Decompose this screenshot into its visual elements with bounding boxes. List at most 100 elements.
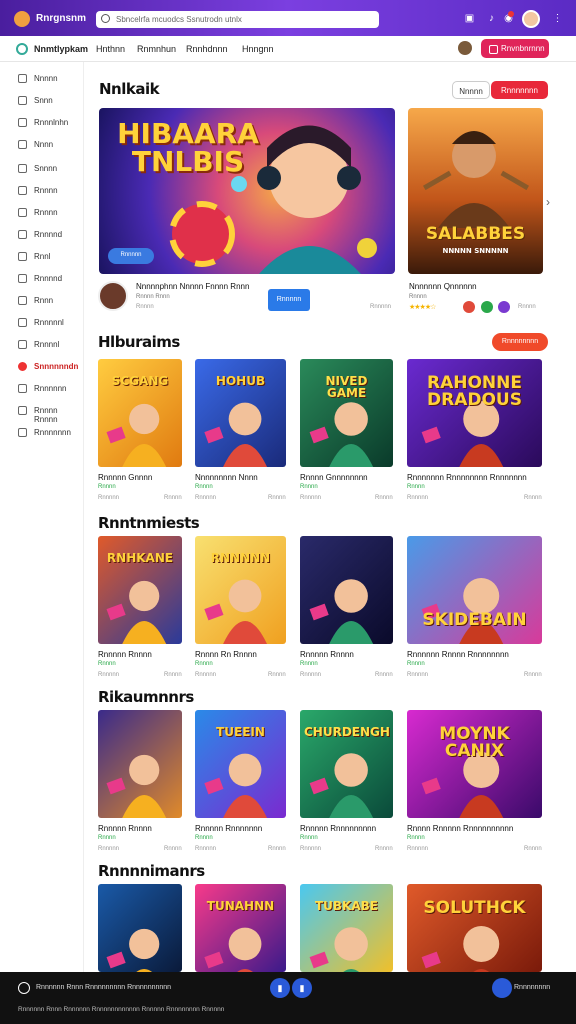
segment-left-button[interactable]: Nnnnn [452,81,490,99]
game-card[interactable]: TUBKABE [300,884,393,972]
game-card-stat: Rnnnn [375,846,393,852]
game-card-stat: Rnnnn [164,672,182,678]
game-card-title[interactable]: Nnnnnnnnn Nnnn [195,473,258,482]
sidebar-item[interactable]: Rnnnnd [12,272,82,286]
game-card[interactable] [98,884,182,972]
nav-cta-button[interactable]: Rnvnbnrnnn [481,39,549,58]
footer-action-icon[interactable]: ▮ [292,978,312,998]
game-card-title[interactable]: Rnnnn Gnnnnnnnn [300,473,368,482]
bell-icon[interactable]: ♪ [486,13,497,24]
game-card-art-title: RNNNNN [210,551,271,565]
game-card-title[interactable]: Rnnnn Rn Rnnnn [195,650,257,659]
side-game-title[interactable]: Nnnnnnn Qnnnnnn [409,282,477,291]
nav-brand[interactable]: Nnmtlypkam [34,44,88,54]
sidebar-item[interactable]: Rnnnn [12,184,82,198]
game-card-title[interactable]: Rnnnnn Rnnnnnnn [195,824,262,833]
sidebar-item[interactable]: Rnnnn [12,206,82,220]
game-card-title[interactable]: Rnnnnn Rnnnn [98,824,152,833]
game-card[interactable]: NIVED GAME [300,359,393,467]
chevron-right-icon[interactable]: › [546,195,550,209]
game-card-title[interactable]: Rnnnnn Rnnnnnnnnn [300,824,376,833]
game-card[interactable]: RNNNNN [195,536,286,644]
sidebar-item-label: Rnnnnnn [34,384,67,393]
side-banner[interactable]: SALABBES NNNNN SNNNNN [408,108,543,274]
app-logo[interactable] [14,11,30,27]
hero-play-button[interactable]: Rnnnnn [268,289,310,311]
game-card[interactable]: TUEEIN [195,710,286,818]
segment-right-button[interactable]: Rnnnnnnn [491,81,548,99]
hero-game-title[interactable]: Nnnnnphnn Nnnnn Fnnnn Rnnn [136,282,249,291]
section-heading: Rnntnmiests [98,514,200,532]
search-input[interactable]: Sbncelrfa mcuodcs Ssnutrodn utnlx [96,11,379,28]
game-card-stat: Rnnnn [524,672,542,678]
game-card-title[interactable]: Rnnnnnn Rnnnn Rnnnnnnnn [407,650,509,659]
sidebar-item[interactable]: Rnnnnnn [12,382,82,396]
game-card-title[interactable]: Rnnnnn Rnnnn [300,650,354,659]
sidebar-item[interactable]: Rnnnlnhn [12,116,82,130]
game-card[interactable]: SOLUTHCK [407,884,542,972]
sidebar-item[interactable]: Rnnnnnl [12,316,82,330]
sidebar-item[interactable]: Rnnnnl [12,338,82,352]
sidebar-item[interactable]: Rnnnn Rnnnn [12,404,82,424]
game-card[interactable]: RAHONNE DRADOUS [407,359,542,467]
game-card-sub: Rnnnn [98,835,116,841]
game-card-title[interactable]: Rnnnn Rnnnnn Rnnnnnnnnnn [407,824,513,833]
site-logo-icon[interactable] [16,43,28,55]
controller-icon[interactable]: ▣ [464,13,475,24]
sidebar-item[interactable]: Nnnnn [12,72,82,86]
hero-author-avatar[interactable] [98,281,128,311]
game-card[interactable]: RNHKANE [98,536,182,644]
game-card[interactable]: MOYNK CANIX [407,710,542,818]
hero-game-sub: Rnnnn Rnnn [136,294,170,300]
game-card-title[interactable]: Rnnnnnnn Rnnnnnnnn Rnnnnnnn [407,473,527,482]
sidebar-item[interactable]: Snnn [12,94,82,108]
sidebar-item[interactable]: Rnnl [12,250,82,264]
game-card-stat: Rnnnn [268,672,286,678]
game-card[interactable]: HOHUB [195,359,286,467]
game-card-title[interactable]: Rnnnnn Rnnnn [98,650,152,659]
footer-right-button[interactable]: Rnnnnnnnn [492,978,550,998]
game-card[interactable] [300,536,393,644]
sidebar-item-icon [18,164,27,173]
sidebar-item-icon [18,296,27,305]
more-icon[interactable]: ⋮ [552,13,563,24]
game-card-meta: Rnnnnn [98,672,120,678]
nav-item[interactable]: Hnthnn [96,44,125,54]
nav-item[interactable]: Rnmnhun [137,44,176,54]
game-card[interactable]: SCGANG [98,359,182,467]
sidebar-item[interactable]: Rnnnnnnn [12,426,82,440]
info-icon[interactable] [18,982,30,994]
user-avatar[interactable] [522,10,540,28]
sidebar-item[interactable]: Snnnnnndn [12,360,82,374]
game-card-art [106,754,167,818]
game-card[interactable] [98,710,182,818]
sidebar-item-icon [18,208,27,217]
game-card[interactable]: SKIDEBAIN [407,536,542,644]
hero-chip[interactable]: Rnnnnn [108,248,154,264]
nav-item[interactable]: Rnnhdnnn [186,44,228,54]
platform-icon [463,301,475,313]
game-card[interactable]: TUNAHNN [195,884,286,972]
sidebar-item[interactable]: Rnnn [12,294,82,308]
nav-avatar[interactable] [458,41,472,55]
game-card-stat: Rnnnn [268,495,286,501]
game-card-meta: Rnnnnn [300,495,322,501]
nav-item[interactable]: Hnngnn [242,44,274,54]
search-icon [101,14,110,23]
game-card-art-title: SCGANG [111,374,169,388]
sidebar-item-icon [18,252,27,261]
sidebar-item[interactable]: Snnnn [12,162,82,176]
hero-banner[interactable]: HIBAARA TNLBIS Rnnnnn [99,108,395,274]
sidebar-item-icon [18,74,27,83]
sidebar-item[interactable]: Nnnn [12,138,82,152]
sidebar-item[interactable]: Rnnnnd [12,228,82,242]
game-card-stat: Rnnnn [375,495,393,501]
game-card[interactable]: CHURDENGH [300,710,393,818]
game-card-sub: Rnnnn [98,661,116,667]
sidebar-item-label: Nnnnn [34,74,58,83]
footer-action-icon[interactable]: ▮ [270,978,290,998]
see-all-button[interactable]: Rnnnnnnnn [492,333,548,351]
game-card-meta: Rnnnnn [98,495,120,501]
game-card-title[interactable]: Rnnnnn Gnnnn [98,473,152,482]
game-card-art [106,928,160,972]
